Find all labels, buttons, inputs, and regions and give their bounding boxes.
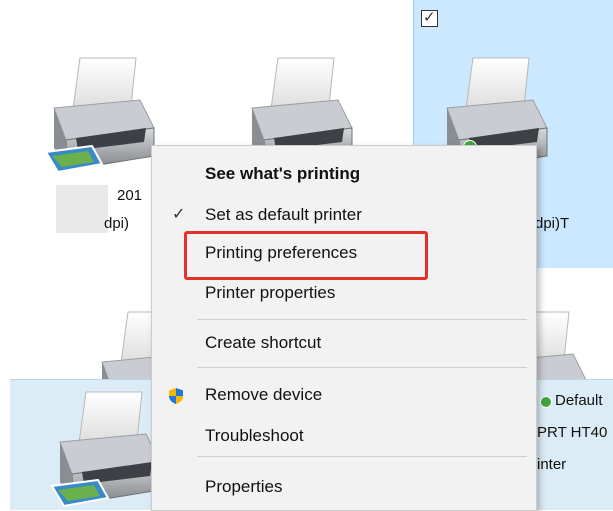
printer-item[interactable]: 201 dpi): [0, 0, 155, 260]
menu-item-label: Remove device: [205, 385, 323, 404]
menu-item-printer-properties[interactable]: Printer properties: [152, 276, 536, 310]
printer-icon: [45, 57, 155, 173]
printer-item[interactable]: [190, 0, 390, 173]
printer-item[interactable]: [478, 300, 613, 427]
menu-separator: [197, 319, 527, 320]
menu-item-properties[interactable]: Properties: [152, 470, 536, 504]
menu-separator: [197, 367, 527, 368]
status-icon: [540, 396, 552, 408]
redacted-area: [56, 185, 108, 233]
menu-item-label: Set as default printer: [205, 205, 362, 224]
model-text: PRT HT40: [537, 424, 608, 441]
printer-icon: [51, 391, 161, 507]
printer-caption-line2: dpi)T: [535, 215, 570, 232]
annotation-highlight-box: [184, 231, 428, 280]
menu-item-see-whats-printing[interactable]: See what's printing: [152, 157, 536, 191]
printer-caption-line1: 201: [117, 187, 143, 204]
default-status-text: Default: [555, 392, 603, 409]
menu-separator: [197, 456, 527, 457]
uac-shield-icon: [169, 388, 183, 404]
menu-item-set-default-printer[interactable]: ✓ Set as default printer: [152, 198, 536, 232]
type-text: inter: [537, 456, 567, 473]
context-menu: See what's printing ✓ Set as default pri…: [151, 145, 537, 511]
checkmark-icon: ✓: [172, 206, 186, 223]
menu-item-label: Create shortcut: [205, 333, 322, 352]
menu-item-remove-device[interactable]: Remove device: [152, 378, 536, 412]
menu-item-troubleshoot[interactable]: Troubleshoot: [152, 419, 536, 453]
menu-item-label: Properties: [205, 477, 283, 496]
menu-item-label: See what's printing: [205, 164, 361, 183]
menu-item-label: Printer properties: [205, 283, 336, 302]
menu-item-label: Troubleshoot: [205, 426, 304, 445]
menu-item-create-shortcut[interactable]: Create shortcut: [152, 326, 536, 360]
printer-caption-line2: dpi): [104, 215, 130, 232]
